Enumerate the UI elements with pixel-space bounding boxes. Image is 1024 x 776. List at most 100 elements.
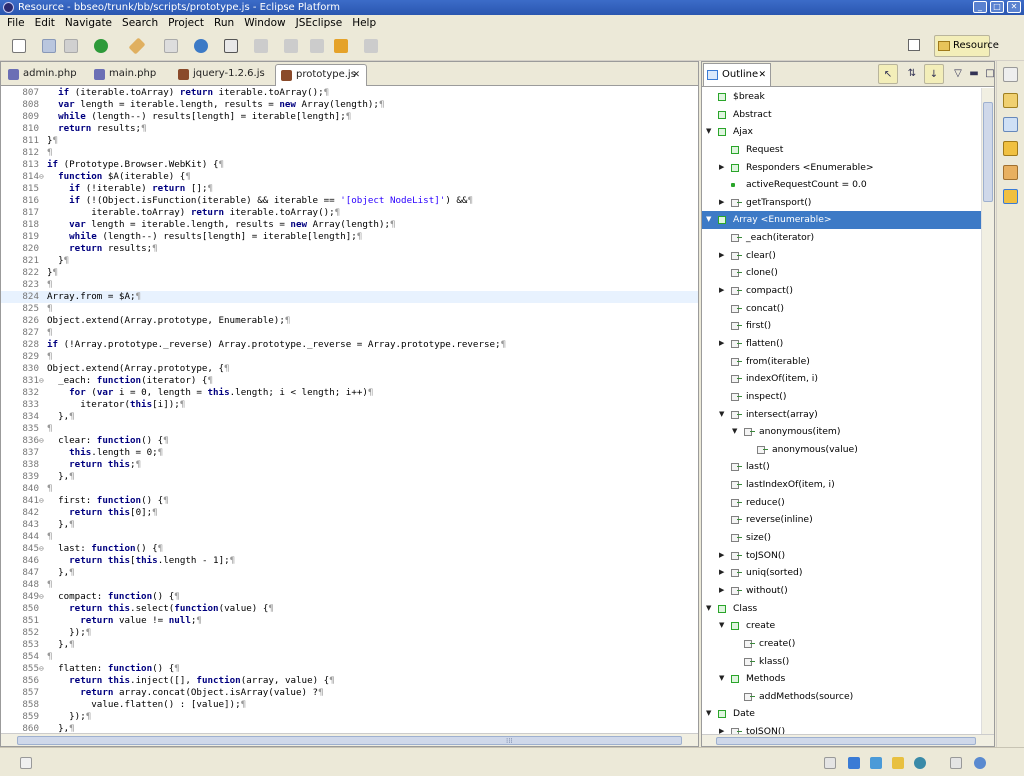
- code-line[interactable]: 821 }¶: [1, 255, 698, 267]
- code-line[interactable]: 815 if (!iterable) return [];¶: [1, 183, 698, 195]
- code-line[interactable]: 808 var length = iterable.length, result…: [1, 99, 698, 111]
- properties-icon[interactable]: [1003, 189, 1018, 204]
- editor-horizontal-scrollbar[interactable]: ⁞⁞⁞: [1, 733, 698, 746]
- fold-toggle-icon[interactable]: ⊖: [39, 435, 47, 447]
- prev-annotation-icon[interactable]: [284, 39, 298, 53]
- code-line[interactable]: 823 ¶: [1, 279, 698, 291]
- outline-node[interactable]: ▶ without(): [702, 582, 981, 600]
- code-line[interactable]: 859 });¶: [1, 711, 698, 723]
- code-line[interactable]: 845 ⊖ last: function() {¶: [1, 543, 698, 555]
- code-line[interactable]: 852 });¶: [1, 627, 698, 639]
- menu-help[interactable]: Help: [347, 15, 381, 31]
- back-icon[interactable]: [334, 39, 348, 53]
- fast-view-icon[interactable]: [20, 757, 32, 769]
- outline-node[interactable]: ▶ toJSON(): [702, 723, 981, 734]
- expand-toggle-icon[interactable]: ▼: [706, 600, 714, 617]
- outline-node[interactable]: ▼ Class: [702, 600, 981, 618]
- outline-horizontal-scrollbar[interactable]: [702, 734, 994, 746]
- code-line[interactable]: 855 ⊖ flatten: function() {¶: [1, 663, 698, 675]
- code-line[interactable]: 811}¶: [1, 135, 698, 147]
- outline-node[interactable]: ▼ Date: [702, 705, 981, 723]
- outline-tree[interactable]: $break Abstract ▼ Ajax Request ▶ Responders <E…: [702, 88, 981, 734]
- fold-toggle-icon[interactable]: ⊖: [39, 543, 47, 555]
- bookmarks-icon[interactable]: [892, 757, 904, 769]
- fold-toggle-icon[interactable]: ⊖: [39, 171, 47, 183]
- code-line[interactable]: 819 while (length--) results[length] = i…: [1, 231, 698, 243]
- tab-jquery-js[interactable]: jquery-1.2.6.js: [173, 64, 273, 86]
- code-line[interactable]: 835 ¶: [1, 423, 698, 435]
- code-line[interactable]: 849 ⊖ compact: function() {¶: [1, 591, 698, 603]
- code-line[interactable]: 816 if (!(Object.isFunction(iterable) &&…: [1, 195, 698, 207]
- expand-toggle-icon[interactable]: ▶: [719, 582, 727, 599]
- code-line[interactable]: 853 },¶: [1, 639, 698, 651]
- run-icon[interactable]: [94, 39, 108, 53]
- code-line[interactable]: 831 ⊖ _each: function(iterator) {¶: [1, 375, 698, 387]
- menu-run[interactable]: Run: [209, 15, 239, 31]
- outline-node[interactable]: ▶ toJSON(): [702, 547, 981, 565]
- close-button[interactable]: ✕: [1007, 1, 1021, 13]
- outline-node[interactable]: Abstract: [702, 106, 981, 124]
- tools-trim-icon[interactable]: [1003, 165, 1018, 180]
- code-line[interactable]: 829 ¶: [1, 351, 698, 363]
- scrollbar-thumb[interactable]: [716, 737, 976, 745]
- code-line[interactable]: 820 return results;¶: [1, 243, 698, 255]
- menu-project[interactable]: Project: [163, 15, 209, 31]
- code-line[interactable]: 814 ⊖ function $A(iterable) {¶: [1, 171, 698, 183]
- code-line[interactable]: 809 while (length--) results[length] = i…: [1, 111, 698, 123]
- fold-toggle-icon[interactable]: ⊖: [39, 495, 47, 507]
- outline-node[interactable]: create(): [702, 635, 981, 653]
- print-icon[interactable]: [64, 39, 78, 53]
- doc-icon[interactable]: [224, 39, 238, 53]
- code-line[interactable]: 810 return results;¶: [1, 123, 698, 135]
- outline-node[interactable]: first(): [702, 317, 981, 335]
- fold-toggle-icon[interactable]: ⊖: [39, 663, 47, 675]
- tasks-icon[interactable]: [1003, 141, 1018, 156]
- code-line[interactable]: 851 return value != null;¶: [1, 615, 698, 627]
- expand-toggle-icon[interactable]: ▶: [719, 159, 727, 176]
- outline-node[interactable]: ▼ Ajax: [702, 123, 981, 141]
- code-line[interactable]: 828 if (!Array.prototype._reverse) Array.…: [1, 339, 698, 351]
- code-line[interactable]: 840 ¶: [1, 483, 698, 495]
- outline-node[interactable]: ▼ Methods: [702, 670, 981, 688]
- code-line[interactable]: 830 Object.extend(Array.prototype, {¶: [1, 363, 698, 375]
- code-line[interactable]: 856 return this.inject([], function(arra…: [1, 675, 698, 687]
- expand-toggle-icon[interactable]: ▼: [732, 423, 740, 440]
- code-line[interactable]: 843 },¶: [1, 519, 698, 531]
- outline-node[interactable]: ▼ create: [702, 617, 981, 635]
- tasks-status-icon[interactable]: [848, 757, 860, 769]
- outline-node[interactable]: reverse(inline): [702, 511, 981, 529]
- expand-toggle-icon[interactable]: ▼: [719, 617, 727, 634]
- outline-node[interactable]: Request: [702, 141, 981, 159]
- code-line[interactable]: 812 ¶: [1, 147, 698, 159]
- menu-navigate[interactable]: Navigate: [60, 15, 117, 31]
- outline-node[interactable]: from(iterable): [702, 353, 981, 371]
- open-perspective-icon[interactable]: [908, 39, 920, 51]
- outline-node[interactable]: ▶ Responders <Enumerable>: [702, 159, 981, 177]
- navigator-icon[interactable]: [1003, 93, 1018, 108]
- expand-toggle-icon[interactable]: ▼: [706, 211, 714, 228]
- trim-restore-icon[interactable]: [824, 757, 836, 769]
- scrollbar-thumb[interactable]: [983, 102, 993, 202]
- code-line[interactable]: 838 return this;¶: [1, 459, 698, 471]
- tab-prototype-js[interactable]: prototype.js ✕: [275, 64, 367, 86]
- code-line[interactable]: 848 ¶: [1, 579, 698, 591]
- expand-toggle-icon[interactable]: ▶: [719, 247, 727, 264]
- outline-node[interactable]: ▼ Array <Enumerable>: [702, 211, 981, 230]
- outline-node[interactable]: ▶ uniq(sorted): [702, 564, 981, 582]
- code-line[interactable]: 833 iterator(this[i]);¶: [1, 399, 698, 411]
- sort-icon[interactable]: ⇅: [902, 64, 922, 84]
- minimize-button[interactable]: _: [973, 1, 987, 13]
- menu-jseclipse[interactable]: JSEclipse: [291, 15, 348, 31]
- code-line[interactable]: 832 for (var i = 0, length = this.length…: [1, 387, 698, 399]
- code-line[interactable]: 858 value.flatten() : [value]);¶: [1, 699, 698, 711]
- sync-icon[interactable]: [974, 757, 986, 769]
- code-line[interactable]: 822}¶: [1, 267, 698, 279]
- outline-node[interactable]: activeRequestCount = 0.0: [702, 176, 981, 194]
- outline-node[interactable]: addMethods(source): [702, 688, 981, 706]
- console-icon[interactable]: [870, 757, 882, 769]
- search-icon[interactable]: [164, 39, 178, 53]
- expand-toggle-icon[interactable]: ▶: [719, 547, 727, 564]
- outline-trim-icon[interactable]: [1003, 117, 1018, 132]
- outline-node[interactable]: ▶ getTransport(): [702, 194, 981, 212]
- code-line[interactable]: 857 return array.concat(Object.isArray(v…: [1, 687, 698, 699]
